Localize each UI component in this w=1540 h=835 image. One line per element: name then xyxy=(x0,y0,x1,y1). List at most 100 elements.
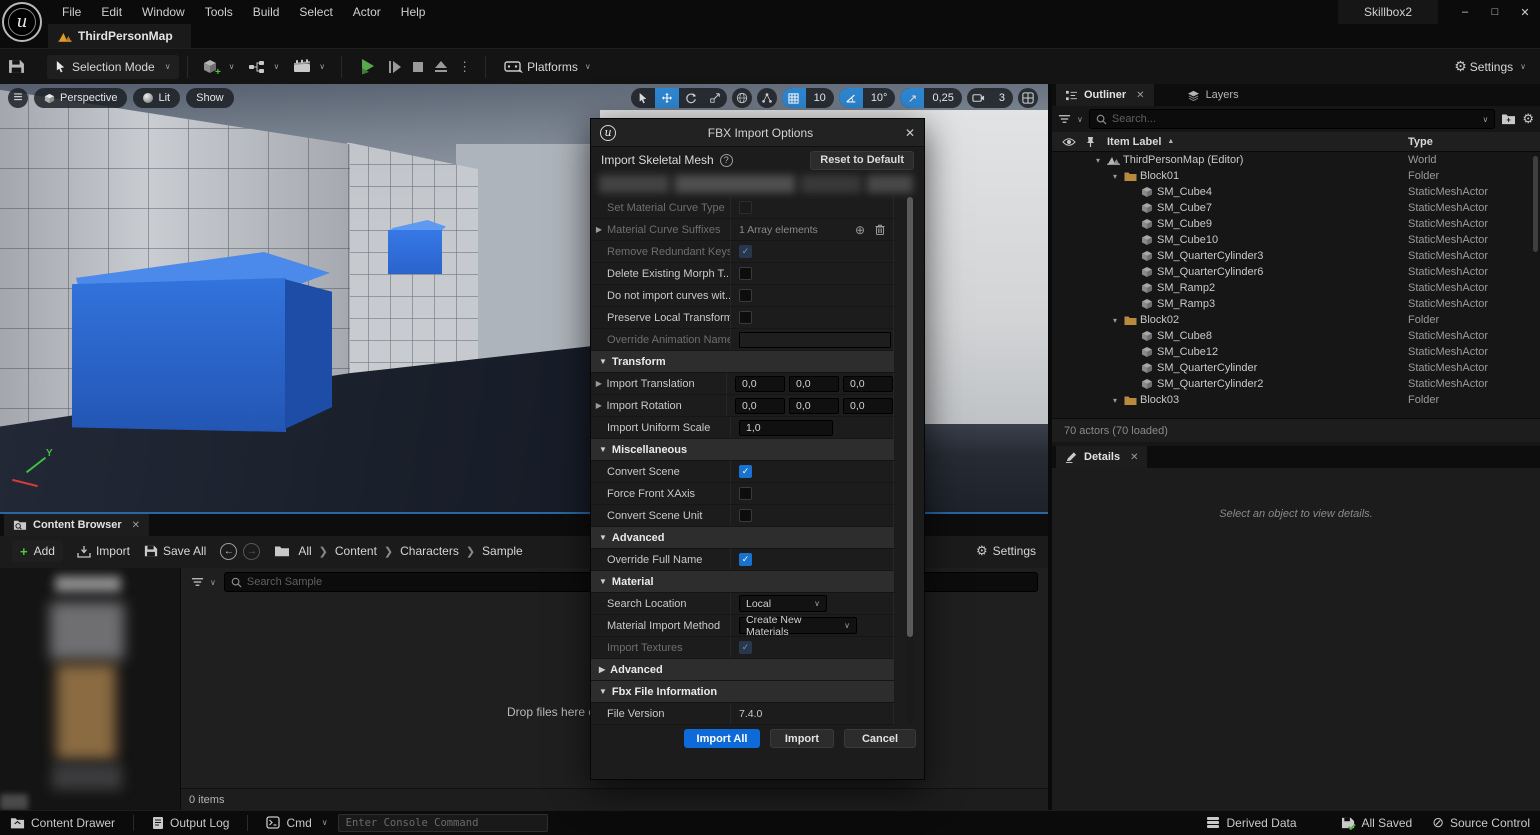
menu-actor[interactable]: Actor xyxy=(343,0,391,24)
save-level-icon[interactable] xyxy=(8,58,25,75)
number-field[interactable]: 0,0 xyxy=(735,398,785,414)
visibility-column-eye-icon[interactable] xyxy=(1062,137,1076,147)
camera-speed-value[interactable]: 3 xyxy=(991,92,1013,104)
world-space-icon[interactable] xyxy=(732,88,752,108)
unreal-logo-icon[interactable]: u xyxy=(2,2,42,42)
chevron-right-icon[interactable]: ▶ xyxy=(599,665,605,674)
number-field[interactable]: 0,0 xyxy=(843,398,893,414)
create-folder-icon[interactable]: + xyxy=(1501,113,1516,125)
breadcrumb-sample[interactable]: Sample xyxy=(482,544,523,558)
checkbox[interactable] xyxy=(739,509,752,522)
add-button[interactable]: + Add xyxy=(12,540,63,562)
scale-snap-value[interactable]: 0,25 xyxy=(924,92,961,104)
tab-outliner-close-icon[interactable]: ✕ xyxy=(1136,90,1144,101)
tab-content-browser[interactable]: Content Browser ✕ xyxy=(4,514,149,536)
outliner-filter-icon[interactable]: ∨ xyxy=(1058,114,1083,124)
dropdown[interactable]: Create New Materials∨ xyxy=(739,617,857,634)
tab-outliner[interactable]: Outliner ✕ xyxy=(1056,84,1154,106)
checkbox[interactable] xyxy=(739,267,752,280)
menu-help[interactable]: Help xyxy=(391,0,436,24)
menu-select[interactable]: Select xyxy=(289,0,342,24)
outliner-row[interactable]: SM_Cube12StaticMeshActor xyxy=(1052,344,1540,360)
content-browser-settings-button[interactable]: ⚙ Settings xyxy=(976,543,1036,559)
breadcrumb-content[interactable]: Content xyxy=(335,544,377,558)
all-saved-button[interactable]: All Saved xyxy=(1331,811,1423,835)
menu-tools[interactable]: Tools xyxy=(195,0,243,24)
outliner-row[interactable]: SM_QuarterCylinder3StaticMeshActor xyxy=(1052,248,1540,264)
chevron-down-icon[interactable]: ▼ xyxy=(599,687,607,696)
number-field[interactable]: 0,0 xyxy=(789,376,839,392)
forward-button[interactable]: → xyxy=(243,543,260,560)
dropdown[interactable]: Local∨ xyxy=(739,595,827,612)
surface-snapping-icon[interactable] xyxy=(757,88,777,108)
content-filter-icon[interactable]: ∨ xyxy=(191,577,216,587)
eject-button[interactable] xyxy=(434,60,448,73)
trash-icon[interactable] xyxy=(875,224,885,235)
move-tool-icon[interactable] xyxy=(655,88,679,108)
toolbar-settings-dropdown[interactable]: ⚙ Settings ∨ xyxy=(1454,58,1526,75)
checkbox[interactable] xyxy=(739,289,752,302)
help-icon[interactable]: ? xyxy=(720,154,733,167)
tab-content-browser-close-icon[interactable]: ✕ xyxy=(132,520,140,531)
menu-edit[interactable]: Edit xyxy=(91,0,132,24)
expand-arrow-icon[interactable]: ▾ xyxy=(1113,172,1124,181)
breadcrumb-all[interactable]: All xyxy=(298,544,311,558)
column-item-label[interactable]: Item Label xyxy=(1107,136,1161,148)
column-type[interactable]: Type xyxy=(1408,136,1433,148)
dialog-scrollbar[interactable] xyxy=(907,197,913,637)
level-tab[interactable]: ThirdPersonMap xyxy=(48,24,191,48)
menu-file[interactable]: File xyxy=(52,0,91,24)
checkbox[interactable]: ✓ xyxy=(739,553,752,566)
output-log-button[interactable]: Output Log xyxy=(142,811,239,835)
blueprints-dropdown[interactable]: ∨ xyxy=(248,60,279,74)
menu-window[interactable]: Window xyxy=(132,0,195,24)
tab-layers[interactable]: Layers xyxy=(1178,84,1248,106)
console-command-input[interactable] xyxy=(338,814,548,832)
chevron-down-icon[interactable]: ▼ xyxy=(599,445,607,454)
scale-tool-icon[interactable] xyxy=(703,88,727,108)
chevron-down-icon[interactable]: ▼ xyxy=(599,357,607,366)
stop-button[interactable] xyxy=(412,61,424,73)
viewport-menu-icon[interactable]: ≡ xyxy=(8,88,28,108)
rotate-tool-icon[interactable] xyxy=(679,88,703,108)
import-all-button[interactable]: Import All xyxy=(684,729,760,748)
checkbox[interactable]: ✓ xyxy=(739,465,752,478)
expand-arrow-icon[interactable]: ▾ xyxy=(1113,396,1124,405)
outliner-row[interactable]: SM_Ramp2StaticMeshActor xyxy=(1052,280,1540,296)
outliner-row[interactable]: SM_Cube9StaticMeshActor xyxy=(1052,216,1540,232)
play-options-kebab-icon[interactable]: ⋮ xyxy=(458,59,471,75)
outliner-row[interactable]: SM_Cube4StaticMeshActor xyxy=(1052,184,1540,200)
checkbox[interactable]: ✓ xyxy=(739,245,752,258)
camera-speed-icon[interactable] xyxy=(967,88,991,108)
dialog-section-fbx-file-information[interactable]: ▼Fbx File Information xyxy=(591,681,894,703)
rotation-snap-icon[interactable] xyxy=(839,88,863,108)
checkbox[interactable] xyxy=(739,311,752,324)
number-field[interactable]: 0,0 xyxy=(843,376,893,392)
viewport-layout-icon[interactable] xyxy=(1018,88,1038,108)
save-all-button[interactable]: Save All xyxy=(144,544,206,558)
blue-cube-small[interactable] xyxy=(388,220,446,274)
menu-build[interactable]: Build xyxy=(243,0,290,24)
close-button[interactable]: ✕ xyxy=(1510,0,1540,24)
select-tool-icon[interactable] xyxy=(631,88,655,108)
cinematics-dropdown[interactable]: ∨ xyxy=(293,59,325,74)
checkbox[interactable]: ✓ xyxy=(739,641,752,654)
tab-details-close-icon[interactable]: ✕ xyxy=(1130,452,1138,463)
outliner-row[interactable]: SM_Cube8StaticMeshActor xyxy=(1052,328,1540,344)
outliner-search-chevron-icon[interactable]: ∨ xyxy=(1482,115,1488,124)
dialog-close-icon[interactable]: ✕ xyxy=(905,126,915,140)
outliner-row[interactable]: ▾ThirdPersonMap (Editor)World xyxy=(1052,152,1540,168)
derived-data-button[interactable]: Derived Data xyxy=(1196,811,1306,835)
dialog-section-advanced[interactable]: ▶Advanced xyxy=(591,659,894,681)
reset-to-default-button[interactable]: Reset to Default xyxy=(810,151,914,170)
outliner-row[interactable]: SM_Cube7StaticMeshActor xyxy=(1052,200,1540,216)
outliner-row[interactable]: ▾Block02Folder xyxy=(1052,312,1540,328)
outliner-row[interactable]: SM_Cube10StaticMeshActor xyxy=(1052,232,1540,248)
maximize-button[interactable]: □ xyxy=(1480,0,1510,24)
text-field[interactable] xyxy=(739,332,891,348)
perspective-dropdown[interactable]: Perspective xyxy=(34,88,127,108)
platforms-dropdown[interactable]: Platforms ∨ xyxy=(504,60,591,74)
scale-snap-icon[interactable]: ↗ xyxy=(900,88,924,108)
lit-dropdown[interactable]: Lit xyxy=(133,88,180,108)
skip-button[interactable] xyxy=(388,60,402,74)
